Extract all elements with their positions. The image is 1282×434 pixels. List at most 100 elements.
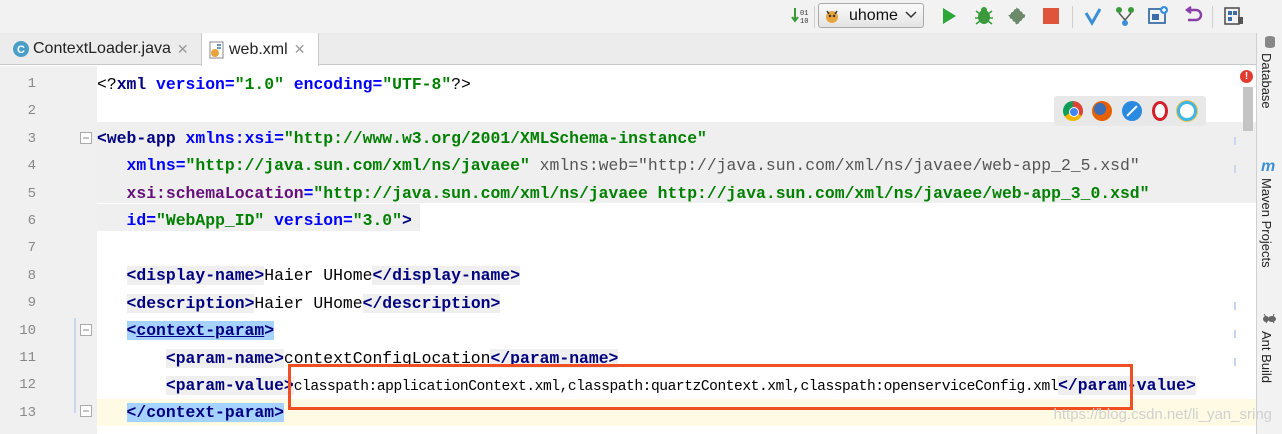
attr-encoding: encoding	[283, 75, 373, 94]
run-config-dropdown[interactable]: uhome	[818, 3, 924, 28]
tag-context-param-close: context-param	[146, 403, 275, 422]
sdk-icon[interactable]	[1220, 3, 1248, 29]
line-number: 8	[27, 267, 36, 284]
debug-icon[interactable]	[970, 3, 998, 29]
val-encoding: "UTF-8"	[382, 75, 452, 94]
gt: >	[254, 266, 265, 285]
attr-xmlns: xmlns	[126, 156, 176, 175]
svg-text:C: C	[17, 44, 25, 56]
database-tool-button[interactable]: Database	[1259, 53, 1274, 109]
eq: =	[224, 75, 235, 94]
attr-version: version	[146, 75, 225, 94]
tag-display-name-close: display-name	[392, 266, 511, 285]
lt: <	[165, 349, 176, 368]
tag-display-name: display-name	[136, 266, 255, 285]
watermark: https://blog.csdn.net/li_yan_sring	[1053, 406, 1272, 423]
val-version: "3.0"	[352, 211, 402, 230]
maven-projects-tool-button[interactable]: Maven Projects	[1259, 178, 1274, 268]
code-line-8: <display-name>Haier UHome</display-name>	[97, 262, 521, 289]
vcs-branch-icon[interactable]	[1112, 3, 1138, 29]
fold-icon[interactable]	[80, 404, 92, 417]
tab-web-xml[interactable]: web.xml ✕	[201, 33, 319, 66]
val-schema-location: "http://java.sun.com/xml/ns/javaee http:…	[313, 184, 1150, 203]
fold-icon[interactable]	[80, 131, 92, 144]
ant-build-tool-button[interactable]: Ant Build	[1259, 331, 1274, 383]
tag-context-param: context-param	[136, 321, 265, 340]
gt: >	[1185, 376, 1196, 395]
eq: =	[303, 184, 314, 203]
opera-icon[interactable]	[1151, 101, 1168, 121]
database-icon	[1263, 35, 1277, 54]
line-number: 9	[27, 295, 36, 312]
tag-description: description	[136, 294, 245, 313]
scroll-marker	[1234, 302, 1236, 310]
code-line-3: <web-app xmlns:xsi="http://www.w3.org/20…	[97, 125, 707, 152]
line-number: 3	[27, 130, 36, 147]
line-number: 12	[19, 377, 36, 394]
xml-file-icon	[208, 41, 226, 59]
ie-icon[interactable]	[1177, 101, 1198, 121]
gt: >	[510, 266, 521, 285]
right-tool-strip: Database m Maven Projects Ant Build	[1256, 33, 1282, 434]
gt: >	[264, 321, 275, 340]
scroll-marker	[1234, 137, 1236, 145]
lt: <	[126, 266, 137, 285]
line-number: 5	[27, 185, 36, 202]
val-id: "WebApp_ID"	[156, 211, 265, 230]
line-number: 11	[19, 350, 36, 366]
safari-icon[interactable]	[1121, 101, 1142, 121]
revert-icon[interactable]	[1180, 3, 1206, 29]
eq: =	[628, 156, 639, 175]
chevron-down-icon	[905, 8, 917, 27]
lt: <	[126, 294, 137, 313]
run-icon[interactable]	[936, 3, 962, 29]
firefox-icon[interactable]	[1092, 101, 1113, 121]
code-line-13: </context-param>	[97, 399, 284, 426]
sort-icon[interactable]: 01 10	[788, 3, 812, 29]
lt: </	[372, 266, 393, 285]
line-number: 6	[27, 213, 36, 229]
val-version: "1.0"	[234, 75, 284, 94]
chrome-icon[interactable]	[1062, 101, 1083, 121]
toolbar-separator	[814, 6, 815, 28]
tag-param-value: param-value	[175, 376, 284, 395]
highlight-box	[288, 364, 1133, 410]
toolbar-separator	[1212, 6, 1213, 28]
code-line-6: id="WebApp_ID" version="3.0">	[97, 207, 412, 234]
val-xmlns: "http://java.sun.com/xml/ns/javaee"	[185, 156, 530, 175]
coverage-icon[interactable]	[1003, 3, 1031, 29]
gt: >	[490, 294, 501, 313]
pi-open: <?	[97, 75, 117, 94]
fold-icon[interactable]	[80, 323, 92, 336]
project-structure-icon[interactable]	[1144, 3, 1172, 29]
scroll-marker	[1234, 358, 1236, 366]
xml-decl: xml	[116, 75, 147, 94]
code-line-5: xsi:schemaLocation="http://java.sun.com/…	[97, 180, 1150, 207]
run-config-icon	[823, 7, 841, 25]
eq: =	[175, 156, 186, 175]
code-line-9: <description>Haier UHome</description>	[97, 290, 501, 317]
val-xmlns-web: "http://java.sun.com/xml/ns/javaee/web-a…	[638, 156, 1140, 175]
pi-close: ?>	[451, 75, 471, 94]
main-toolbar: 01 10 uhome	[0, 0, 1282, 33]
line-number: 1	[27, 76, 36, 92]
close-icon[interactable]: ✕	[294, 41, 306, 58]
stop-icon[interactable]	[1038, 3, 1064, 29]
gt: >	[274, 349, 284, 368]
line-number: 10	[19, 322, 36, 339]
error-icon[interactable]: !	[1240, 70, 1253, 83]
eq: =	[372, 75, 383, 94]
maven-icon: m	[1261, 158, 1276, 175]
tab-contextloader-java[interactable]: C ContextLoader.java ✕	[6, 33, 200, 65]
scrollbar-thumb[interactable]	[1243, 87, 1253, 131]
vcs-update-icon[interactable]	[1080, 3, 1106, 29]
close-icon[interactable]: ✕	[177, 41, 189, 58]
tag-description-close: description	[382, 294, 491, 313]
